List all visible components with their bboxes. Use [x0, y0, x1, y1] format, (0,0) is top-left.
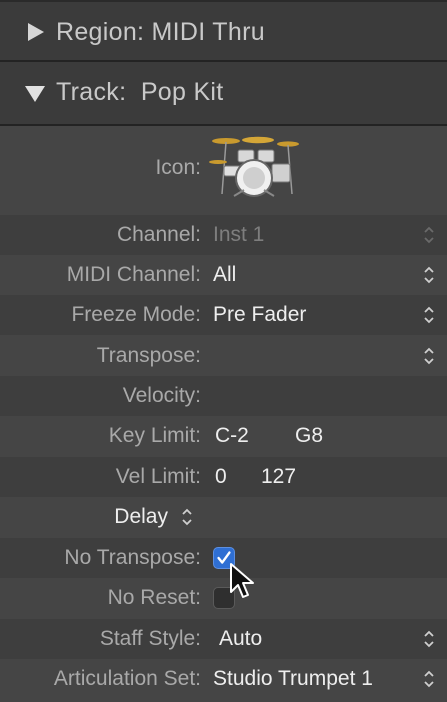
delay-label[interactable]: Delay: [114, 505, 168, 529]
staff-style-row[interactable]: Staff Style: Auto: [0, 619, 447, 659]
transpose-row[interactable]: Transpose:: [0, 336, 447, 376]
track-title: Track: Pop Kit: [56, 78, 224, 107]
freeze-mode-value[interactable]: Pre Fader: [213, 303, 306, 327]
channel-value[interactable]: Inst 1: [213, 223, 264, 247]
vel-limit-row[interactable]: Vel Limit: 0 127: [0, 457, 447, 497]
region-label: Region:: [56, 18, 145, 46]
track-label: Track:: [56, 78, 127, 106]
transpose-label: Transpose:: [96, 344, 201, 367]
vel-limit-low[interactable]: 0: [215, 465, 227, 489]
stepper-icon[interactable]: [181, 507, 193, 527]
mouse-cursor-icon: [230, 563, 254, 598]
disclosure-right-icon[interactable]: [24, 21, 46, 43]
drum-kit-icon[interactable]: [208, 132, 300, 200]
vel-limit-label: Vel Limit:: [115, 465, 201, 488]
velocity-label: Velocity:: [122, 384, 201, 407]
freeze-mode-row[interactable]: Freeze Mode: Pre Fader: [0, 295, 447, 335]
no-reset-row[interactable]: No Reset:: [0, 578, 447, 618]
stepper-icon[interactable]: [423, 265, 435, 285]
disclosure-down-icon[interactable]: [24, 82, 46, 104]
region-title: Region: MIDI Thru: [56, 18, 265, 47]
key-limit-row[interactable]: Key Limit: C-2 G8: [0, 416, 447, 456]
delay-row[interactable]: Delay: [0, 497, 447, 537]
inspector-panel: Region: MIDI Thru Track: Pop Kit Icon: C…: [0, 0, 447, 702]
icon-label: Icon:: [155, 156, 201, 179]
midi-channel-row[interactable]: MIDI Channel: All: [0, 255, 447, 295]
key-limit-label: Key Limit:: [108, 424, 201, 447]
no-transpose-label: No Transpose:: [64, 546, 201, 569]
stepper-icon[interactable]: [423, 669, 435, 689]
no-reset-label: No Reset:: [107, 586, 201, 609]
stepper-icon[interactable]: [423, 225, 435, 245]
channel-row[interactable]: Channel: Inst 1: [0, 215, 447, 255]
staff-style-value[interactable]: Auto: [219, 627, 262, 651]
track-parameters: Icon: Channel: Inst 1 MIDI Channel: All …: [0, 126, 447, 702]
stepper-icon[interactable]: [423, 629, 435, 649]
articulation-set-label: Articulation Set:: [53, 667, 201, 690]
midi-channel-value[interactable]: All: [213, 263, 236, 287]
key-limit-high[interactable]: G8: [295, 424, 323, 448]
stepper-icon[interactable]: [423, 305, 435, 325]
velocity-row[interactable]: Velocity:: [0, 376, 447, 416]
articulation-set-row[interactable]: Articulation Set: Studio Trumpet 1: [0, 659, 447, 699]
icon-row: Icon:: [0, 126, 447, 213]
no-transpose-row[interactable]: No Transpose:: [0, 538, 447, 578]
stepper-icon[interactable]: [423, 346, 435, 366]
vel-limit-high[interactable]: 127: [261, 465, 296, 489]
freeze-mode-label: Freeze Mode:: [71, 303, 201, 326]
key-limit-low[interactable]: C-2: [215, 424, 249, 448]
track-name: Pop Kit: [140, 78, 224, 106]
region-name: MIDI Thru: [151, 18, 265, 46]
channel-label: Channel:: [116, 223, 201, 246]
region-header[interactable]: Region: MIDI Thru: [0, 0, 447, 62]
staff-style-label: Staff Style:: [99, 627, 201, 650]
articulation-set-value[interactable]: Studio Trumpet 1: [213, 667, 373, 691]
midi-channel-label: MIDI Channel:: [66, 263, 201, 286]
track-header[interactable]: Track: Pop Kit: [0, 62, 447, 126]
